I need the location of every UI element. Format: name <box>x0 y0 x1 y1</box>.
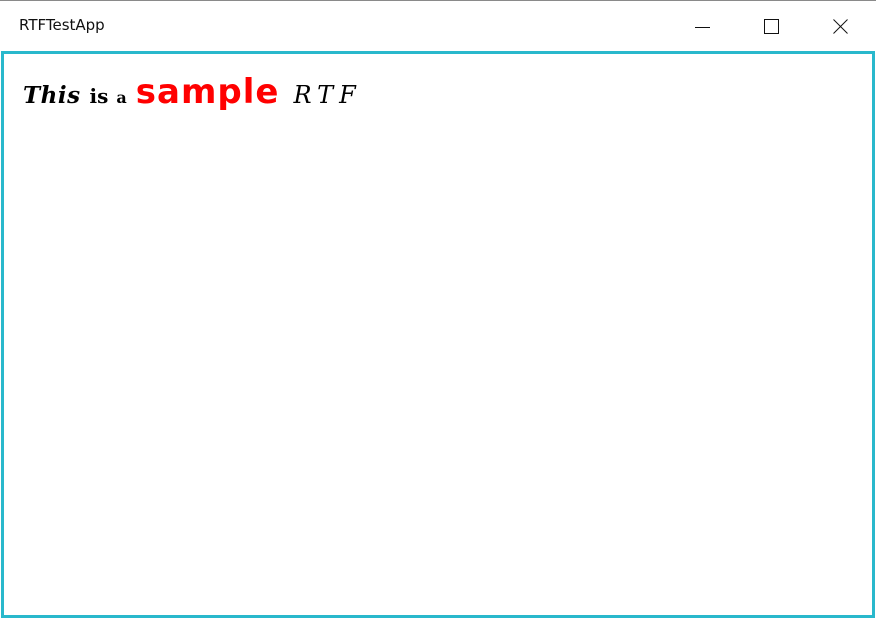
rtf-word-this: This <box>23 82 81 109</box>
app-window: RTFTestApp This is a sample RTF <box>0 0 876 618</box>
rtf-word-is: is <box>89 84 109 108</box>
title-bar[interactable]: RTFTestApp <box>0 1 876 50</box>
maximize-icon <box>764 19 779 34</box>
minimize-icon <box>695 27 710 28</box>
close-button[interactable] <box>817 1 863 51</box>
window-title: RTFTestApp <box>19 16 105 34</box>
maximize-button[interactable] <box>748 1 794 51</box>
rtf-line: This is a sample RTF <box>23 70 362 120</box>
minimize-button[interactable] <box>680 1 726 51</box>
close-icon <box>833 19 848 34</box>
rtf-word-sample: sample <box>135 72 280 112</box>
rtf-word-rtf: RTF <box>293 81 362 109</box>
rich-text-box[interactable]: This is a sample RTF <box>1 51 875 618</box>
rtf-word-a: a <box>116 88 127 107</box>
